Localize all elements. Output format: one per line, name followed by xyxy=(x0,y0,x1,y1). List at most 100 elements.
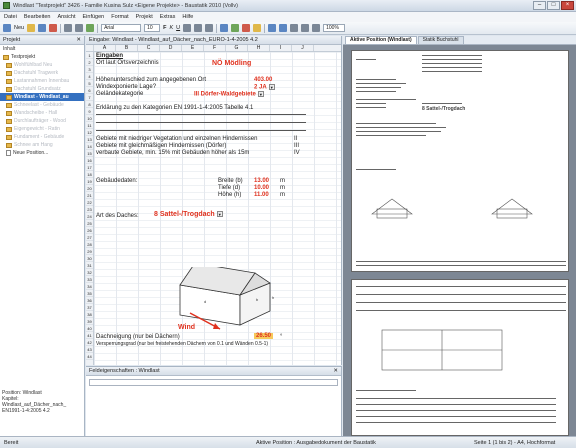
row-number[interactable]: 25 xyxy=(86,220,93,227)
maximize-button[interactable]: □ xyxy=(547,1,560,10)
row-number[interactable]: 36 xyxy=(86,297,93,304)
column-g[interactable]: G xyxy=(226,45,248,51)
align-left-icon[interactable] xyxy=(183,24,192,32)
column-i[interactable]: I xyxy=(270,45,292,51)
underline-button[interactable]: U xyxy=(176,25,180,31)
dropdown-arrow-icon[interactable]: ▼ xyxy=(216,211,223,218)
menu-format[interactable]: Format xyxy=(111,14,128,20)
tree-item[interactable]: Fundament - Gebäude xyxy=(0,133,84,141)
minimize-button[interactable]: – xyxy=(533,1,546,10)
row-number[interactable]: 14 xyxy=(86,143,93,150)
row-number[interactable]: 11 xyxy=(86,122,93,129)
two-page-view-icon[interactable] xyxy=(301,24,310,32)
row-number[interactable]: 43 xyxy=(86,346,93,353)
column-d[interactable]: D xyxy=(160,45,182,51)
row-number[interactable]: 1 xyxy=(86,52,93,59)
chart-icon[interactable] xyxy=(231,24,240,32)
row-number[interactable]: 20 xyxy=(86,185,93,192)
tree-item[interactable]: Wohlfühlbad Neu xyxy=(0,61,84,69)
zoom-out-icon[interactable] xyxy=(279,24,288,32)
row-number[interactable]: 30 xyxy=(86,255,93,262)
new-position-item[interactable]: Neue Position... xyxy=(0,149,84,157)
row-number[interactable]: 16 xyxy=(86,157,93,164)
menu-ansicht[interactable]: Ansicht xyxy=(57,14,75,20)
menu-projekt[interactable]: Projekt xyxy=(136,14,153,20)
column-h[interactable]: H xyxy=(248,45,270,51)
row-number[interactable]: 15 xyxy=(86,150,93,157)
row-number[interactable]: 33 xyxy=(86,276,93,283)
row-number[interactable]: 9 xyxy=(86,108,93,115)
row-number[interactable]: 39 xyxy=(86,318,93,325)
italic-button[interactable]: K xyxy=(169,25,173,31)
redo-icon[interactable] xyxy=(75,24,84,32)
dach-field[interactable]: 8 Sattel-/Trogdach ▼ xyxy=(154,211,223,218)
field-properties-input[interactable] xyxy=(89,379,338,386)
fullscreen-icon[interactable] xyxy=(312,24,321,32)
row-number[interactable]: 21 xyxy=(86,192,93,199)
row-number[interactable]: 44 xyxy=(86,353,93,360)
menu-einfuegen[interactable]: Einfügen xyxy=(83,14,105,20)
row-number[interactable]: 34 xyxy=(86,283,93,290)
row-number[interactable]: 12 xyxy=(86,129,93,136)
pdf-icon[interactable] xyxy=(242,24,251,32)
tree-item[interactable]: Dachstuhl Grundsatz xyxy=(0,85,84,93)
row-number[interactable]: 19 xyxy=(86,178,93,185)
zoom-select[interactable]: 100% xyxy=(323,24,346,32)
align-center-icon[interactable] xyxy=(194,24,203,32)
font-select[interactable]: Arial xyxy=(101,24,142,32)
save-icon[interactable] xyxy=(38,24,47,32)
tree-item[interactable]: Wandscheibe - Hall xyxy=(0,109,84,117)
print-icon[interactable] xyxy=(86,24,95,32)
menu-extras[interactable]: Extras xyxy=(160,14,176,20)
image-icon[interactable] xyxy=(253,24,262,32)
tiefe-value[interactable]: 10.00 xyxy=(254,185,269,191)
row-number[interactable]: 7 xyxy=(86,94,93,101)
tree-item[interactable]: Eigengewicht - Ratin xyxy=(0,125,84,133)
row-number[interactable]: 23 xyxy=(86,206,93,213)
row-number[interactable]: 17 xyxy=(86,164,93,171)
breite-value[interactable]: 13.00 xyxy=(254,178,269,184)
new-button[interactable]: Neu xyxy=(14,25,24,31)
row-number[interactable]: 5 xyxy=(86,80,93,87)
menu-hilfe[interactable]: Hilfe xyxy=(182,14,193,20)
row-number[interactable]: 38 xyxy=(86,311,93,318)
row-number[interactable]: 24 xyxy=(86,213,93,220)
column-f[interactable]: F xyxy=(204,45,226,51)
row-number[interactable]: 3 xyxy=(86,66,93,73)
row-number[interactable]: 6 xyxy=(86,87,93,94)
tree-item-root[interactable]: Testprojekt xyxy=(0,53,84,61)
row-number[interactable]: 10 xyxy=(86,115,93,122)
undo-icon[interactable] xyxy=(64,24,73,32)
delete-icon[interactable] xyxy=(49,24,58,32)
exponiert-field[interactable]: 2 JA ▼ xyxy=(254,84,275,91)
tree-item-selected[interactable]: Windlast - Windlast_au xyxy=(0,93,84,101)
open-folder-icon[interactable] xyxy=(27,24,36,32)
align-right-icon[interactable] xyxy=(205,24,214,32)
zoom-in-icon[interactable] xyxy=(268,24,277,32)
column-a[interactable]: A xyxy=(94,45,116,51)
row-number[interactable]: 4 xyxy=(86,73,93,80)
tab-statik-buchstuhl[interactable]: Statik Buchstuhl xyxy=(417,36,464,44)
row-number[interactable]: 28 xyxy=(86,241,93,248)
row-number[interactable]: 2 xyxy=(86,59,93,66)
row-number[interactable]: 8 xyxy=(86,101,93,108)
column-j[interactable]: J xyxy=(292,45,314,51)
row-number[interactable]: 41 xyxy=(86,332,93,339)
menu-datei[interactable]: Datei xyxy=(4,14,17,20)
close-icon[interactable]: ✕ xyxy=(333,367,338,375)
tree-item[interactable]: Durchlaufträger - Wood xyxy=(0,117,84,125)
dropdown-arrow-icon[interactable]: ▼ xyxy=(268,84,275,90)
row-number[interactable]: 29 xyxy=(86,248,93,255)
bold-button[interactable]: F xyxy=(163,25,166,31)
tab-active-position[interactable]: Aktive Position (Windlast) xyxy=(345,36,417,44)
row-number[interactable]: 32 xyxy=(86,269,93,276)
tree-item[interactable]: Schnee am Hang xyxy=(0,141,84,149)
row-number[interactable]: 40 xyxy=(86,325,93,332)
row-number[interactable]: 13 xyxy=(86,136,93,143)
column-e[interactable]: E xyxy=(182,45,204,51)
row-number[interactable]: 35 xyxy=(86,290,93,297)
row-number[interactable]: 37 xyxy=(86,304,93,311)
close-button[interactable]: × xyxy=(561,1,574,10)
column-c[interactable]: C xyxy=(138,45,160,51)
font-size-select[interactable]: 10 xyxy=(144,24,161,32)
